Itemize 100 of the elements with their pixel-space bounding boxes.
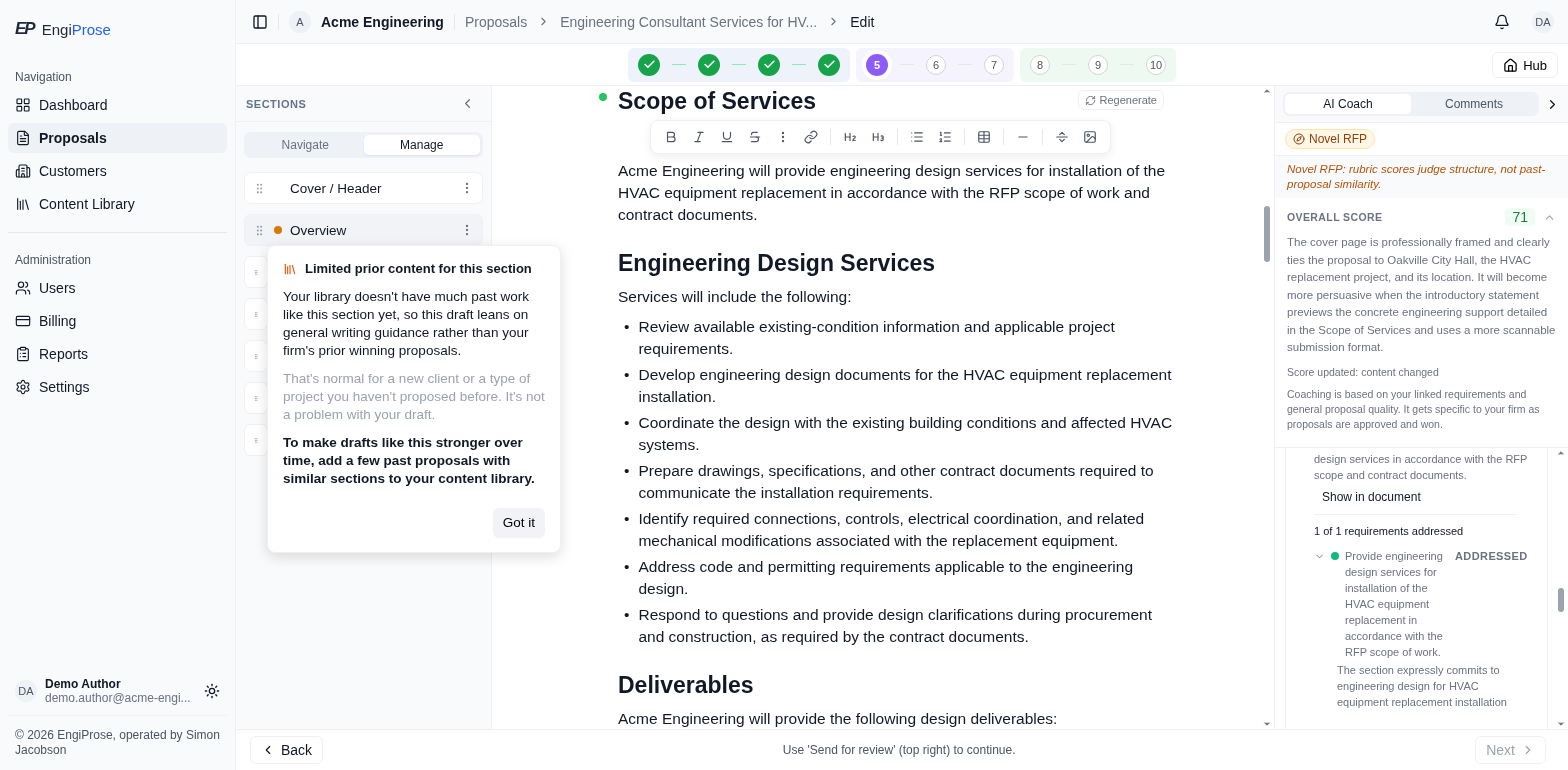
breadcrumb-link[interactable]: Engineering Consultant Services for HV... [560,13,818,30]
bullet: • [624,413,630,433]
nav-item[interactable]: Content Library [8,189,227,219]
document-icon [15,130,31,146]
show-in-document-link[interactable]: Show in document [1314,485,1429,508]
nav-item[interactable]: Billing [8,306,227,336]
app-name: EngiProse [41,20,111,38]
check-icon [822,58,836,71]
scroll-down-icon[interactable] [1262,719,1272,729]
paragraph: Acme Engineering will provide the following design deliverables: [618,709,1059,729]
library-icon [15,196,31,212]
tab[interactable]: Manage [363,135,480,155]
notification-icon[interactable] [1494,13,1510,30]
requirement-explanation: The section expressly commits to engineering design for HVAC equipment replacement installation [1337,662,1508,710]
section-title: Overview [290,222,348,238]
nav-item[interactable]: Dashboard [8,90,227,120]
popover-text: Your library doesn't have much past work like this section yet, so this draft leans on general writing guidance rather than your firm's prior winning proposals. [283,288,530,360]
bullet: • [624,365,630,385]
requirement-text: Provide engineering design services for installation of the HVAC equipment replacement in accordance with the RFP scope of work. [1345,548,1444,660]
back-button[interactable]: Back [250,736,324,764]
score-value: 71 [1505,208,1535,226]
panel-title: SECTIONS [246,97,307,110]
copyright-text: © 2026 EngiProse, operated by Simon Jacobson [14,727,221,759]
step-indicator[interactable] [758,53,780,76]
step-indicator[interactable]: 5 [866,53,888,76]
regenerate-button[interactable]: Regenerate [1077,90,1164,110]
requirement-summary: design services in accordance with the RFP scope and contract documents. [1314,451,1529,483]
section-row[interactable]: Overview [244,214,483,246]
popover-tip: To make drafts like this stronger over time, add a few past proposals with similar sections to your content library. [283,434,536,488]
popover-note: That's normal for a new client or a type of project you haven't proposed before. It's not a problem with your draft. [283,370,545,424]
step-indicator[interactable] [698,53,720,76]
nav-item[interactable]: Settings [8,372,227,402]
bullet: • [624,557,630,577]
scrollbar-thumb[interactable] [1558,587,1564,612]
breadcrumb-link[interactable]: Proposals [464,13,528,30]
tab[interactable]: Comments [1411,94,1537,114]
home-icon [1503,57,1519,73]
requirements-count: 1 of 1 requirements addressed [1314,514,1517,540]
check-icon [762,58,776,71]
user-avatar[interactable]: DA [1532,10,1554,33]
clipboard-icon [15,346,31,362]
check-icon [642,58,656,71]
tab[interactable]: Navigate [247,135,364,155]
step-indicator[interactable]: 8 [1030,54,1050,75]
bullet: • [624,509,630,529]
score-updated-text: Score updated: content changed [1287,364,1440,380]
section-heading: Scope of Services [618,86,817,116]
list-item: Prepare drawings, specifications, and other contract documents required to communicate the installation requirements. [638,461,1155,503]
got-it-button[interactable]: Got it [492,508,545,538]
nav-item[interactable]: Customers [8,156,227,186]
scroll-down-icon[interactable] [1556,719,1566,729]
list-item: Respond to questions and provide design clarifications during procurement and construction, as required by the contract documents. [638,605,1153,647]
card-icon [15,313,31,329]
nav-group-title: Administration [14,253,93,267]
bullet: • [624,605,630,625]
list-item: Address code and permitting requirements applicable to the engineering design. [638,557,1135,599]
score-label: OVERALL SCORE [1287,211,1383,223]
step-indicator[interactable] [638,53,660,76]
nav-item[interactable]: Proposals [8,123,227,153]
status-label: ADDRESSED [1455,548,1528,564]
step-indicator[interactable] [818,53,840,76]
user-name: Demo Author [45,677,122,691]
step-indicator[interactable]: 9 [1088,54,1108,75]
check-icon [702,58,716,71]
breadcrumb-current: Edit [850,13,875,30]
section-heading: Deliverables [618,671,754,700]
hint-text: Use 'Send for review' (top right) to continue. [781,743,1017,757]
building-icon [15,163,31,179]
scroll-up-icon[interactable] [1262,86,1272,96]
grid-icon [15,97,31,113]
section-row[interactable]: Cover / Header [244,172,483,204]
theme-toggle-icon[interactable] [204,683,220,699]
tab[interactable]: AI Coach [1285,94,1411,114]
library-icon [283,262,297,276]
hub-button[interactable]: Hub [1492,52,1558,78]
compass-icon [1293,133,1305,145]
disclaimer-text: Coaching is based on your linked requirements and general proposal quality. It gets specific to your firm as proposals are approved and won. [1287,386,1541,432]
section-title: Cover / Header [290,180,383,196]
notice-text: Novel RFP: rubric scores judge structure, not past-proposal similarity. [1275,156,1568,198]
sidebar-toggle-icon[interactable] [252,13,268,30]
step-indicator[interactable]: 6 [926,54,946,75]
score-summary: The cover page is professionally framed and clearly ties the proposal to Oakville City Hall, the HVAC replacement project, and its location. It will become more persuasive when the introductory statement previews the concrete engineering support detailed in the Scope of Services and uses a more scannable submission format. [1287,235,1556,355]
scrollbar-thumb[interactable] [1264,206,1270,262]
nav-item[interactable]: Reports [8,339,227,369]
user-email: demo.author@acme-engi... [45,691,192,705]
org-name: Acme Engineering [321,13,444,30]
step-indicator[interactable]: 7 [984,54,1004,75]
users-icon [15,280,31,296]
section-heading: Engineering Design Services [618,249,935,278]
bullet: • [624,461,630,481]
paragraph: Services will include the following: [618,287,853,307]
list-item: Develop engineering design documents for the HVAC equipment replacement installation. [638,365,1173,407]
list-item: Coordinate the design with the existing building conditions and affected HVAC systems. [638,413,1174,455]
nav-group-title: Navigation [14,70,73,84]
nav-item[interactable]: Users [8,273,227,303]
user-avatar: DA [15,680,37,702]
settings-icon [15,379,31,395]
list-item: Review available existing-condition information and applicable project requirements. [638,317,1116,359]
org-avatar: A [289,10,311,33]
step-indicator[interactable]: 10 [1146,54,1166,75]
